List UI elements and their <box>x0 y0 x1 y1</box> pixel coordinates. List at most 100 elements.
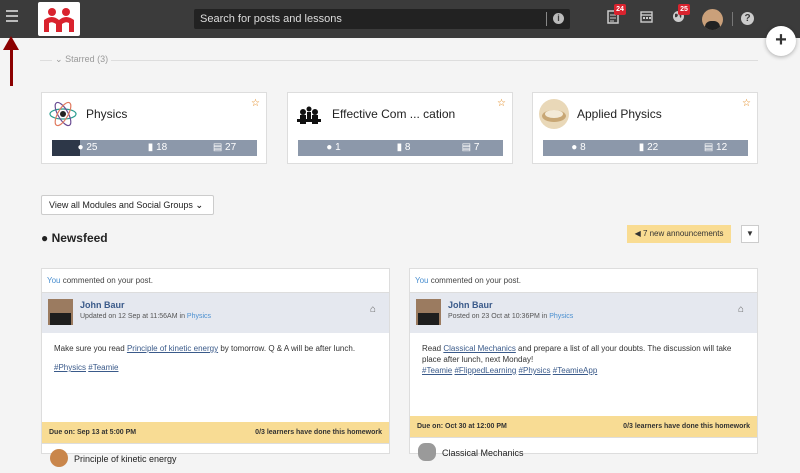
tag-link[interactable]: #Teamie <box>422 366 452 375</box>
tag-link[interactable]: #TeamieApp <box>553 366 597 375</box>
lessons-stat[interactable]: ▮ 8 <box>368 140 439 156</box>
view-all-label: View all Modules and Social Groups <box>49 200 193 210</box>
post-activity: You commented on your post. <box>410 269 757 293</box>
book-icon: ▮ <box>396 142 405 153</box>
activity-text: commented on your post. <box>428 276 521 285</box>
filter-icon: ▼ <box>746 229 754 238</box>
topbar-divider <box>732 12 733 26</box>
post-meta: Posted on 23 Oct at 10:36PM in Physics <box>448 313 573 320</box>
home-icon[interactable]: ⌂ <box>738 304 744 315</box>
help-icon[interactable]: ? <box>741 12 754 25</box>
attached-lesson[interactable]: Classical Mechanics <box>410 437 757 467</box>
post-timestamp: Updated on 12 Sep at 11:56AM <box>80 313 178 320</box>
search-input[interactable] <box>194 9 570 29</box>
announcements-label: 7 new announcements <box>642 229 724 238</box>
top-bar: i 24 25 ? <box>0 0 800 38</box>
people-icon <box>294 99 324 129</box>
activity-text: commented on your post. <box>60 276 153 285</box>
chevron-down-icon: ⌄ <box>55 54 63 64</box>
assignments-stat[interactable]: ▤ 12 <box>683 140 748 156</box>
homework-progress: 0/3 learners have done this homework <box>255 429 382 436</box>
homework-due-bar: Due on: Sep 13 at 5:00 PM 0/3 learners ha… <box>42 422 389 443</box>
feed-post: You commented on your post. John Baur Po… <box>409 268 758 461</box>
comments-icon: ● <box>41 231 49 245</box>
post-meta: Updated on 12 Sep at 11:56AM in Physics <box>80 313 211 320</box>
filter-button[interactable]: ▼ <box>741 225 759 243</box>
app-logo[interactable] <box>38 2 80 36</box>
tag-link[interactable]: #FlippedLearning <box>454 366 516 375</box>
lessons-count: 8 <box>404 142 411 153</box>
post-tags: #Teamie #FlippedLearning #Physics #Teami… <box>422 365 745 376</box>
author-name[interactable]: John Baur <box>448 300 493 310</box>
list-icon: ▤ <box>703 142 717 153</box>
globe-badge: 25 <box>678 4 690 15</box>
lessons-stat[interactable]: ▮ 22 <box>613 140 684 156</box>
posts-count: 8 <box>580 142 586 153</box>
book-icon: ▮ <box>147 142 157 153</box>
post-tags: #Physics #Teamie <box>54 362 377 373</box>
book-icon: ▮ <box>638 142 648 153</box>
user-avatar[interactable] <box>702 9 723 30</box>
view-all-modules-button[interactable]: View all Modules and Social Groups ⌄ <box>41 195 214 215</box>
calendar-icon[interactable] <box>638 10 654 26</box>
list-icon: ▤ <box>461 142 474 153</box>
lesson-thumbnail-icon <box>418 443 436 461</box>
star-icon[interactable]: ☆ <box>251 98 260 109</box>
assignments-count: 7 <box>473 142 480 153</box>
starred-toggle[interactable]: ⌄ Starred (3) <box>52 54 112 65</box>
posts-count: 25 <box>86 142 98 153</box>
author-name[interactable]: John Baur <box>80 300 125 310</box>
assignments-stat[interactable]: ▤ 27 <box>192 140 257 156</box>
body-text: Make sure you read <box>54 344 127 353</box>
activity-actor[interactable]: You <box>415 276 429 285</box>
post-group-link[interactable]: Physics <box>549 313 573 320</box>
starred-label: Starred (3) <box>65 54 109 64</box>
comment-icon: ● <box>326 142 336 153</box>
tag-link[interactable]: #Teamie <box>88 363 118 372</box>
post-body: Read Classical Mechanics and prepare a l… <box>410 333 757 416</box>
assignments-count: 27 <box>225 142 237 153</box>
activity-actor[interactable]: You <box>47 276 61 285</box>
posts-stat[interactable]: ● 1 <box>298 140 369 156</box>
assignments-stat[interactable]: ▤ 7 <box>438 140 503 156</box>
comment-icon: ● <box>571 142 581 153</box>
module-title[interactable]: Effective Com ... cation <box>332 107 455 121</box>
author-avatar[interactable] <box>48 299 73 325</box>
star-icon[interactable]: ☆ <box>497 98 506 109</box>
posts-stat[interactable]: ● 25 <box>52 140 123 156</box>
post-author-bar: John Baur Updated on 12 Sep at 11:56AM i… <box>42 293 389 333</box>
notes-badge: 24 <box>614 4 626 15</box>
search-divider <box>546 12 547 26</box>
module-title[interactable]: Applied Physics <box>577 107 662 121</box>
meta-in: in <box>177 313 187 320</box>
body-text: by tomorrow. Q & A will be after lunch. <box>218 344 356 353</box>
module-card-effective-communication[interactable]: Effective Com ... cation ☆ ● 1 ▮ 8 ▤ 7 <box>287 92 513 164</box>
add-button[interactable]: + <box>766 26 796 56</box>
menu-icon[interactable] <box>6 10 18 24</box>
lessons-count: 18 <box>156 142 168 153</box>
starred-divider <box>40 60 758 61</box>
module-card-applied-physics[interactable]: Applied Physics ☆ ● 8 ▮ 22 ▤ 12 <box>532 92 758 164</box>
post-timestamp: Posted on 23 Oct at 10:36PM <box>448 313 540 320</box>
posts-stat[interactable]: ● 8 <box>543 140 614 156</box>
tag-link[interactable]: #Physics <box>519 366 551 375</box>
tag-link[interactable]: #Physics <box>54 363 86 372</box>
module-card-physics[interactable]: Physics ☆ ● 25 ▮ 18 ▤ 27 <box>41 92 267 164</box>
attached-lesson[interactable]: Principle of kinetic energy <box>42 443 389 473</box>
home-icon[interactable]: ⌂ <box>370 304 376 315</box>
announcements-button[interactable]: ◀ 7 new announcements <box>627 225 731 243</box>
post-group-link[interactable]: Physics <box>187 313 211 320</box>
info-icon[interactable]: i <box>553 13 564 24</box>
star-icon[interactable]: ☆ <box>742 98 751 109</box>
lessons-stat[interactable]: ▮ 18 <box>122 140 193 156</box>
lesson-link[interactable]: Principle of kinetic energy <box>127 344 218 353</box>
annotation-arrow-shaft <box>10 48 13 86</box>
module-title[interactable]: Physics <box>86 107 127 121</box>
lessons-count: 22 <box>647 142 659 153</box>
lesson-link[interactable]: Classical Mechanics <box>443 344 515 353</box>
newsfeed-title: Newsfeed <box>51 231 108 245</box>
chevron-down-icon: ⌄ <box>195 200 203 210</box>
author-avatar[interactable] <box>416 299 441 325</box>
post-body: Make sure you read Principle of kinetic … <box>42 333 389 422</box>
homework-progress: 0/3 learners have done this homework <box>623 423 750 430</box>
